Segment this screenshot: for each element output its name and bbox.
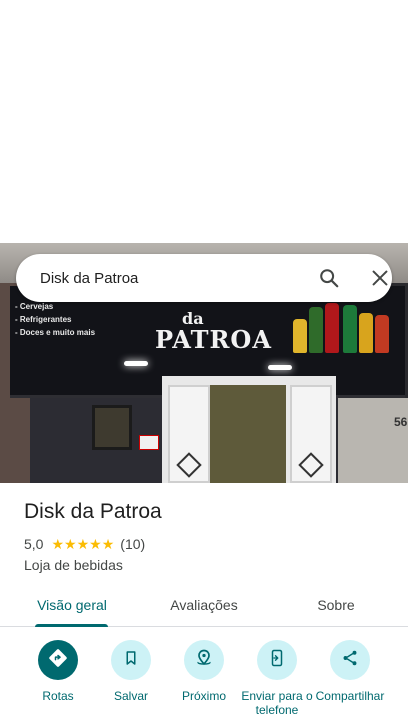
review-count[interactable]: (10)	[120, 536, 145, 552]
star-icon: ★	[51, 536, 65, 552]
map-area[interactable]	[0, 0, 408, 243]
bookmark-icon	[122, 649, 140, 672]
nearby-label: Próximo	[181, 689, 226, 703]
search-icon[interactable]	[318, 267, 340, 289]
close-icon[interactable]	[369, 267, 391, 289]
sign-bottles	[293, 301, 398, 353]
action-row: Rotas Salvar Próximo Enviar para o telef…	[0, 640, 408, 726]
save-button[interactable]: Salvar	[94, 640, 168, 703]
send-to-phone-icon	[268, 649, 286, 672]
star-icon: ★	[89, 536, 102, 552]
rating-stars: ★ ★ ★ ★ ★	[51, 537, 114, 551]
share-icon	[341, 649, 359, 672]
send-to-phone-button[interactable]: Enviar para o telefone	[240, 640, 314, 717]
sign-name: PATROA	[155, 325, 272, 354]
place-sheet: - Cervejas - Refrigerantes - Doces e mui…	[0, 0, 408, 726]
search-bar[interactable]: Disk da Patroa	[16, 254, 392, 302]
place-category: Loja de bebidas	[24, 557, 123, 573]
house-number: 56	[394, 415, 408, 429]
star-icon: ★	[64, 536, 77, 552]
share-label: Compartilhar	[315, 689, 385, 703]
tab-bar: Visão geral Avaliações Sobre	[0, 583, 408, 627]
directions-icon	[48, 648, 68, 673]
star-icon: ★	[76, 536, 90, 552]
nearby-button[interactable]: Próximo	[167, 640, 241, 703]
save-label: Salvar	[113, 689, 148, 703]
store-window	[92, 405, 132, 450]
share-button[interactable]: Compartilhar	[313, 640, 387, 703]
tab-about[interactable]: Sobre	[300, 583, 372, 627]
directions-label: Rotas	[42, 689, 74, 703]
tab-reviews[interactable]: Avaliações	[160, 583, 248, 627]
rating-value: 5,0	[24, 536, 44, 552]
sign-product-list: - Cervejas - Refrigerantes - Doces e mui…	[15, 302, 96, 337]
star-icon: ★	[101, 536, 115, 552]
directions-button[interactable]: Rotas	[21, 640, 95, 703]
nearby-icon	[194, 648, 214, 673]
rating-row[interactable]: 5,0 ★ ★ ★ ★ ★ (10)	[24, 536, 145, 552]
tab-active-indicator	[35, 624, 108, 627]
tab-overview[interactable]: Visão geral	[28, 583, 116, 627]
send-to-phone-label: Enviar para o telefone	[241, 689, 313, 717]
place-title: Disk da Patroa	[24, 500, 162, 523]
